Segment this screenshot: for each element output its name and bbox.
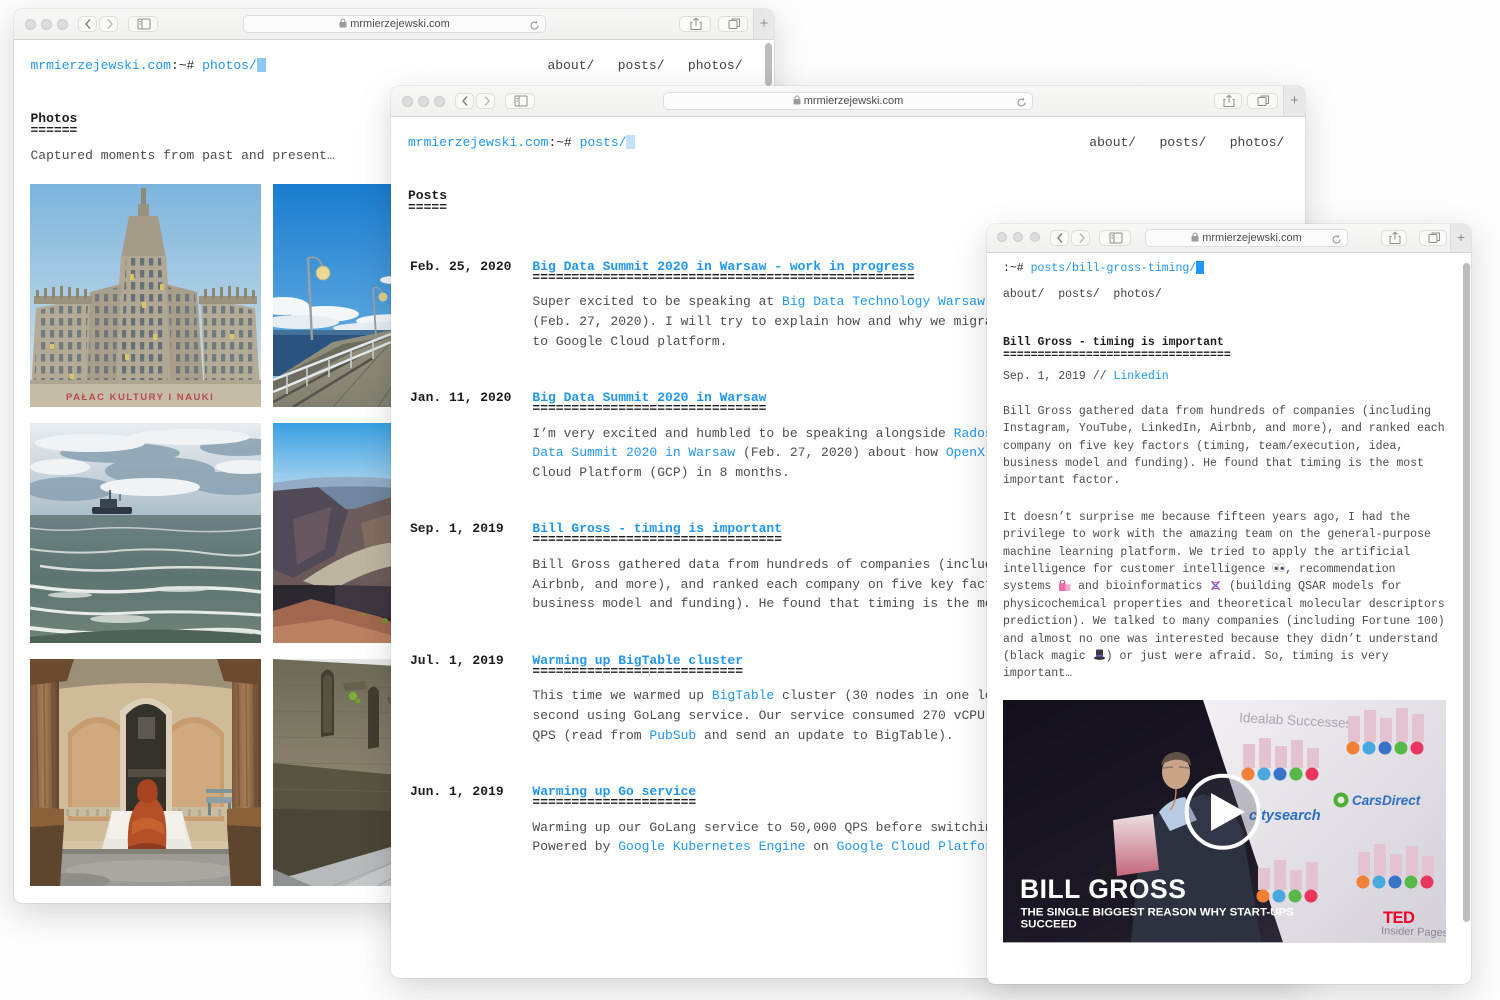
svg-text:CarsDirect: CarsDirect <box>1352 793 1421 808</box>
svg-text:TED: TED <box>1383 909 1415 927</box>
svg-text:BILL GROSS: BILL GROSS <box>1020 874 1186 904</box>
svg-text:Insider Pages: Insider Pages <box>1380 925 1446 939</box>
svg-text:SUCCEED: SUCCEED <box>1020 919 1076 931</box>
svg-text:THE SINGLE BIGGEST REASON WHY: THE SINGLE BIGGEST REASON WHY START-UPS <box>1020 907 1294 919</box>
svg-text:PAŁAC KULTURY I NAUKI: PAŁAC KULTURY I NAUKI <box>66 392 214 403</box>
